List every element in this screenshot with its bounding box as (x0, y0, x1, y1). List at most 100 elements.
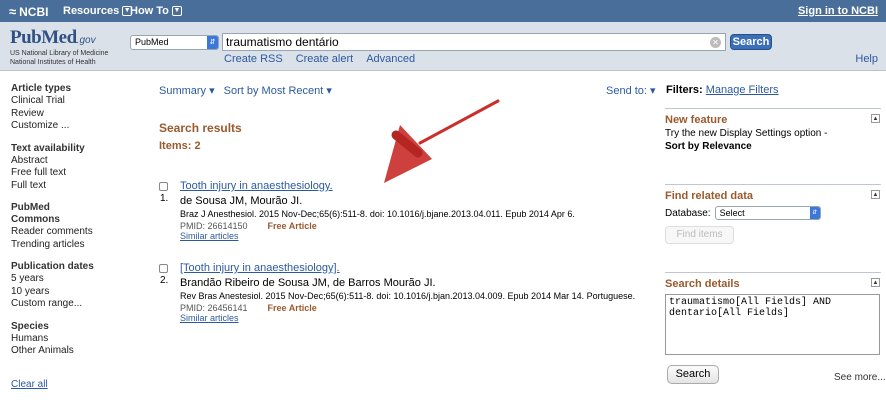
search-button[interactable]: Search (730, 34, 772, 50)
result-checkbox[interactable] (159, 182, 168, 191)
filter-custom-range[interactable]: Custom range... (11, 298, 141, 311)
sort-label: Sort by Most Recent (223, 85, 324, 97)
pubmed-header: PubMed.gov US National Library of Medici… (0, 22, 886, 71)
details-search-button[interactable]: Search (667, 365, 719, 384)
caret-down-icon: ▾ (209, 85, 215, 97)
result-pmid-line: PMID: 26614150 Free Article (180, 221, 575, 231)
create-rss-link[interactable]: Create RSS (224, 53, 283, 65)
database-label: Database: (665, 207, 711, 219)
filter-group-title: Publication dates (11, 261, 94, 272)
collapse-icon[interactable]: ▲ (871, 278, 880, 287)
filter-group-pubmed-commons: PubMed Commons Reader comments Trending … (11, 202, 141, 251)
result-pmid-line: PMID: 26456141 Free Article (180, 303, 635, 313)
filter-group-title: Text availability (11, 142, 85, 154)
filter-group-publication-dates: Publication dates 5 years 10 years Custo… (11, 261, 141, 311)
result-authors: Brandão Ribeiro de Sousa JM, de Barros M… (180, 277, 436, 289)
search-details-textarea[interactable]: traumatismo[All Fields] AND dentario[All… (665, 294, 880, 355)
search-input[interactable]: traumatismo dentário ✕ (222, 33, 726, 51)
select-arrows-icon: ⇵ (809, 207, 820, 219)
free-article-badge: Free Article (267, 221, 317, 231)
manage-filters-link[interactable]: Manage Filters (706, 84, 779, 96)
filter-group-title: Article types (11, 83, 72, 94)
new-feature-box: New feature ▲ Try the new Display Settin… (665, 108, 881, 163)
howto-menu[interactable]: How To ▼ (130, 5, 182, 17)
database-value: PubMed (135, 37, 169, 47)
filter-clinical-trial[interactable]: Clinical Trial (11, 95, 141, 108)
filter-customize[interactable]: Customize ... (11, 120, 141, 133)
result-checkbox[interactable] (159, 264, 168, 273)
filter-group-species: Species Humans Other Animals (11, 321, 141, 358)
free-article-badge: Free Article (267, 303, 317, 313)
result-body: [Tooth injury in anaesthesiology]. Brand… (180, 262, 635, 323)
filter-10-years[interactable]: 10 years (11, 286, 141, 299)
filter-group-title: PubMed (11, 202, 50, 213)
summary-label: Summary (159, 85, 207, 97)
create-alert-link[interactable]: Create alert (296, 53, 353, 65)
filter-group-article-types: Article types Clinical Trial Review Cust… (11, 83, 141, 133)
ncbi-logo-text: NCBI (19, 4, 49, 19)
summary-dropdown[interactable]: Summary ▾ (159, 84, 215, 97)
annotation-arrow-icon (384, 99, 500, 183)
clear-icon[interactable]: ✕ (710, 37, 721, 48)
result-number: 1. (160, 193, 169, 204)
caret-down-icon: ▾ (650, 85, 656, 97)
filter-sidebar: Article types Clinical Trial Review Cust… (11, 83, 141, 390)
filter-trending-articles[interactable]: Trending articles (11, 239, 141, 252)
items-count: Items: 2 (159, 140, 201, 152)
howto-label: How To (130, 5, 169, 17)
pubmed-logo[interactable]: PubMed.gov US National Library of Medici… (10, 27, 108, 67)
pubmed-logo-word: PubMed (10, 27, 77, 48)
sort-by-relevance-link[interactable]: Sort by Relevance (665, 141, 881, 152)
search-term: traumatismo dentário (226, 35, 339, 49)
result-title-link[interactable]: [Tooth injury in anaesthesiology]. (180, 262, 635, 274)
display-toolbar: Summary ▾ Sort by Most Recent ▾ (159, 84, 332, 97)
clear-all-link[interactable]: Clear all (11, 379, 48, 390)
send-to-dropdown[interactable]: Send to: ▾ (606, 84, 656, 97)
find-related-box: Find related data ▲ Database: Select ⇵ F… (665, 184, 881, 256)
collapse-icon[interactable]: ▲ (871, 190, 880, 199)
header-links: Create RSS Create alert Advanced (224, 53, 415, 65)
related-database-select[interactable]: Select ⇵ (714, 206, 821, 220)
similar-articles-link[interactable]: Similar articles (180, 313, 635, 323)
ncbi-logo[interactable]: ≈ NCBI (9, 4, 48, 19)
result-authors: de Sousa JM, Mourão JI. (180, 195, 303, 207)
filter-full-text[interactable]: Full text (11, 180, 141, 193)
result-citation: Braz J Anesthesiol. 2015 Nov-Dec;65(6):5… (180, 209, 575, 219)
caret-down-icon: ▾ (326, 85, 332, 97)
filters-label: Filters: (666, 84, 703, 96)
filter-5-years[interactable]: 5 years (11, 273, 141, 286)
filter-group-text-availability: Text availability Abstract Free full tex… (11, 143, 141, 193)
sort-dropdown[interactable]: Sort by Most Recent ▾ (224, 84, 332, 97)
database-select[interactable]: PubMed ⇵ (130, 35, 219, 50)
filter-group-title-line2: Commons (11, 214, 60, 225)
result-pmid: PMID: 26456141 (180, 303, 248, 313)
find-items-button[interactable]: Find items (665, 226, 734, 244)
pubmed-logo-gov: .gov (76, 35, 96, 46)
new-feature-heading: New feature (665, 114, 728, 126)
send-to-label: Send to: (606, 85, 647, 97)
related-database-value: Select (719, 208, 745, 218)
filter-reader-comments[interactable]: Reader comments (11, 226, 141, 239)
help-link[interactable]: Help (855, 53, 878, 65)
select-arrows-icon: ⇵ (207, 36, 218, 49)
ncbi-helix-icon: ≈ (9, 4, 17, 19)
filter-group-title: Species (11, 320, 49, 332)
sign-in-link[interactable]: Sign in to NCBI (798, 5, 878, 17)
advanced-link[interactable]: Advanced (366, 53, 415, 65)
search-details-heading: Search details (665, 278, 740, 290)
filter-abstract[interactable]: Abstract (11, 155, 141, 168)
resources-label: Resources (63, 5, 120, 17)
new-feature-text: Try the new Display Settings option - (665, 128, 828, 139)
filter-other-animals[interactable]: Other Animals (11, 345, 141, 358)
resources-menu[interactable]: Resources ▼ (63, 5, 133, 17)
filter-review[interactable]: Review (11, 108, 141, 121)
result-citation: Rev Bras Anestesiol. 2015 Nov-Dec;65(6):… (180, 291, 636, 301)
nlm-line: US National Library of Medicine (10, 50, 109, 57)
collapse-icon[interactable]: ▲ (871, 114, 880, 123)
result-number: 2. (160, 275, 169, 286)
similar-articles-link[interactable]: Similar articles (180, 231, 575, 241)
filter-free-full-text[interactable]: Free full text (11, 167, 141, 180)
filter-humans[interactable]: Humans (11, 333, 141, 346)
result-pmid: PMID: 26614150 (180, 221, 248, 231)
see-more-link[interactable]: See more... (834, 372, 886, 383)
